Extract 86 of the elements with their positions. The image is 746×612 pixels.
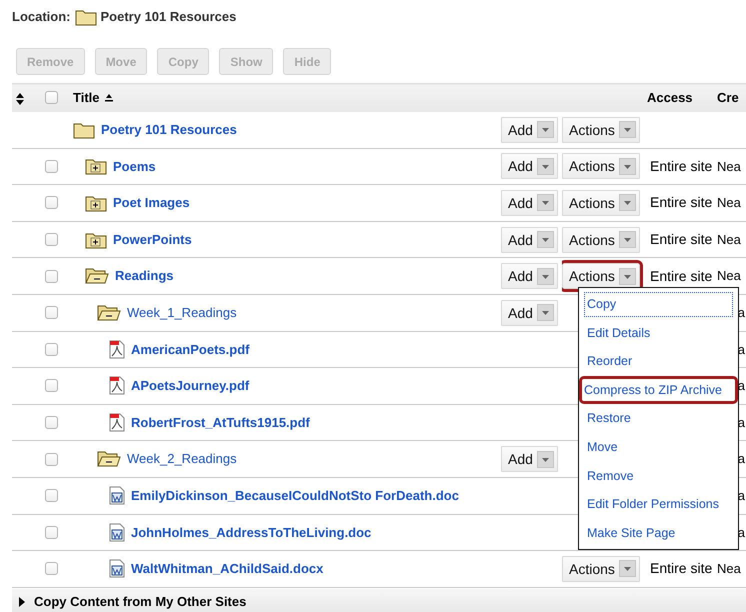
creator-cell: Nea	[717, 195, 741, 210]
file-link[interactable]: RobertFrost_AtTufts1915.pdf	[131, 412, 310, 432]
menu-item[interactable]: Edit Details	[582, 318, 735, 348]
creator-cell: Nea	[717, 268, 741, 284]
menu-item[interactable]: Edit Folder Permissions	[582, 490, 735, 519]
caret-icon	[618, 231, 636, 248]
menu-item[interactable]: Make Site Page	[582, 518, 735, 548]
caret-icon	[536, 158, 554, 175]
file-link[interactable]: APoetsJourney.pdf	[131, 376, 250, 396]
title-column-header[interactable]: Title	[73, 88, 100, 108]
folder-link[interactable]: Poetry 101 Resources	[101, 120, 237, 140]
file-link[interactable]: JohnHolmes_AddressToTheLiving.doc	[131, 522, 372, 542]
caret-icon	[536, 304, 554, 322]
caret-icon	[536, 268, 554, 285]
menu-item[interactable]: Reorder	[582, 347, 735, 376]
location-folder: Poetry 101 Resources	[100, 8, 236, 26]
actions-dropdown-button[interactable]: Actions	[562, 190, 640, 216]
actions-dropdown-button[interactable]: Actions	[562, 116, 640, 143]
row-checkbox[interactable]	[45, 233, 58, 246]
menu-item[interactable]: Remove	[582, 462, 735, 490]
file-link[interactable]: EmilyDickinson_BecauseICouldNotSto ForDeath.doc	[131, 486, 459, 506]
folder-link[interactable]: Poems	[113, 156, 156, 176]
add-dropdown-button[interactable]: Add	[501, 153, 558, 180]
pdf-file-icon	[109, 376, 125, 396]
access-cell: Entire site	[650, 158, 712, 174]
row-checkbox[interactable]	[45, 306, 58, 320]
pdf-file-icon	[109, 340, 125, 359]
caret-icon	[618, 560, 636, 578]
actions-dropdown-button[interactable]: Actions	[562, 263, 640, 290]
caret-icon	[536, 121, 554, 138]
row-checkbox[interactable]	[45, 160, 58, 173]
row-checkbox[interactable]	[45, 452, 58, 466]
add-dropdown-button[interactable]: Add	[501, 300, 558, 326]
actions-dropdown-button[interactable]: Actions	[562, 153, 640, 180]
access-cell: Entire site	[650, 268, 712, 284]
add-dropdown-button[interactable]: Add	[501, 190, 558, 216]
sort-ascending-icon	[104, 92, 114, 103]
row-checkbox[interactable]	[45, 196, 58, 210]
folder-icon	[73, 120, 95, 139]
caret-icon	[536, 231, 554, 248]
column-header: Cre	[717, 90, 739, 105]
folder-link[interactable]: Week_1_Readings	[127, 303, 237, 323]
word-document-icon	[109, 522, 125, 542]
row-checkbox[interactable]	[45, 379, 58, 392]
add-dropdown-button[interactable]: Add	[501, 263, 558, 290]
file-link[interactable]: AmericanPoets.pdf	[131, 340, 250, 360]
menu-item[interactable]: Move	[582, 432, 735, 462]
row-checkbox[interactable]	[45, 342, 58, 356]
folder-link[interactable]: PowerPoints	[113, 230, 192, 250]
access-cell: Entire site	[650, 231, 712, 248]
row-checkbox[interactable]	[45, 562, 58, 576]
caret-icon	[618, 268, 636, 285]
folder-link[interactable]: Poet Images	[113, 193, 190, 213]
row-checkbox[interactable]	[45, 416, 58, 430]
access-cell: Entire site	[650, 560, 712, 576]
row-checkbox[interactable]	[45, 270, 58, 283]
access-cell: Entire site	[650, 194, 712, 210]
file-link[interactable]: WaltWhitman_AChildSaid.docx	[131, 559, 324, 579]
select-all-checkbox[interactable]	[45, 91, 58, 104]
caret-icon	[618, 158, 636, 175]
folder-link[interactable]: Readings	[115, 266, 174, 286]
location-label: Location:	[12, 8, 70, 26]
creator-cell: Nea	[717, 158, 741, 174]
creator-cell: Nea	[717, 232, 741, 247]
caret-icon	[536, 450, 554, 468]
access-column-header: Access	[647, 90, 693, 105]
row-checkbox[interactable]	[45, 526, 58, 539]
caret-icon	[618, 194, 636, 212]
add-dropdown-button[interactable]: Add	[501, 446, 558, 472]
row-checkbox[interactable]	[45, 489, 58, 502]
caret-icon	[536, 194, 554, 212]
pdf-file-icon	[109, 413, 125, 432]
menu-item[interactable]: Compress to ZIP Archive	[579, 376, 738, 404]
sort-toggle-icon	[14, 92, 26, 106]
menu-item[interactable]: Restore	[582, 404, 735, 433]
word-document-icon	[109, 486, 125, 506]
creator-cell: Nea	[717, 561, 741, 576]
word-document-icon	[109, 559, 125, 578]
add-dropdown-button[interactable]: Add	[501, 116, 558, 143]
add-dropdown-button[interactable]: Add	[501, 226, 558, 253]
folder-link[interactable]: Week_2_Readings	[127, 449, 237, 469]
actions-dropdown-button[interactable]: Actions	[562, 556, 640, 582]
folder-icon	[74, 8, 96, 26]
actions-dropdown-button[interactable]: Actions	[562, 226, 640, 253]
caret-icon	[618, 121, 636, 138]
menu-item[interactable]: Copy	[582, 290, 735, 319]
